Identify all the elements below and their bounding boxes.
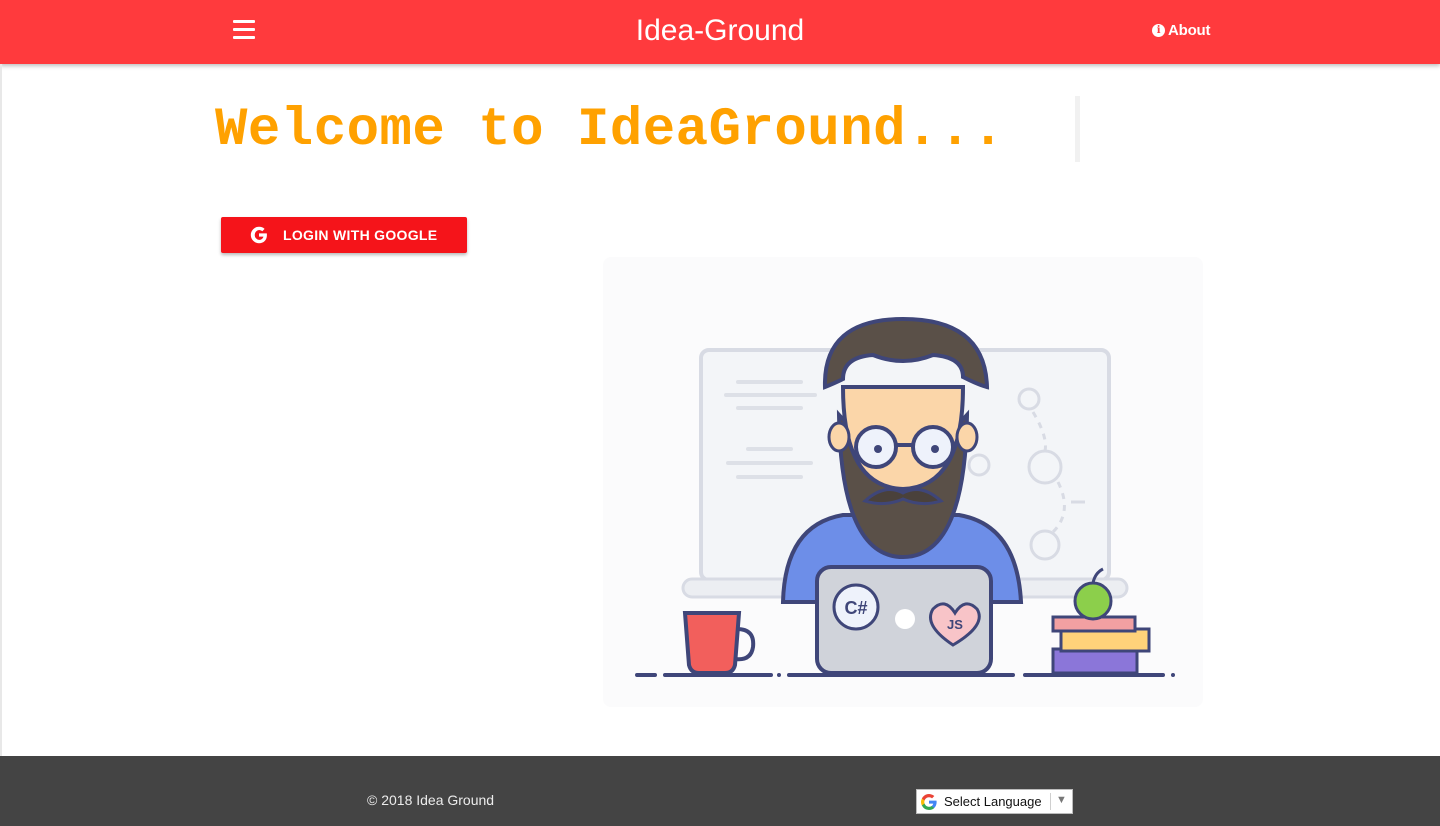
csharp-sticker: C# bbox=[844, 598, 867, 618]
select-divider bbox=[1050, 793, 1051, 810]
language-select-label: Select Language bbox=[944, 794, 1042, 809]
about-label: About bbox=[1168, 22, 1211, 39]
js-sticker: JS bbox=[947, 617, 963, 632]
google-g-icon bbox=[250, 226, 267, 244]
hamburger-menu-icon[interactable] bbox=[233, 20, 257, 44]
welcome-heading: Welcome to IdeaGround... bbox=[215, 100, 1005, 161]
login-with-google-button[interactable]: LOGIN WITH GOOGLE bbox=[221, 217, 467, 253]
site-title[interactable]: Idea-Ground bbox=[0, 0, 1440, 64]
info-circle-icon: i bbox=[1152, 24, 1165, 37]
google-g-icon bbox=[921, 794, 937, 810]
page-edge-divider bbox=[0, 64, 2, 756]
dropdown-arrow-icon: ▼ bbox=[1056, 794, 1067, 806]
typing-caret bbox=[1075, 96, 1080, 162]
copyright-text: © 2018 Idea Ground bbox=[367, 792, 495, 808]
about-link[interactable]: i About bbox=[1152, 22, 1211, 39]
developer-illustration: C# JS bbox=[603, 257, 1203, 707]
language-select[interactable]: Select Language ▼ bbox=[916, 789, 1073, 814]
login-button-label: LOGIN WITH GOOGLE bbox=[283, 227, 438, 243]
footer: © 2018 Idea Ground bbox=[0, 756, 1440, 826]
top-navbar: Idea-Ground i About bbox=[0, 0, 1440, 64]
